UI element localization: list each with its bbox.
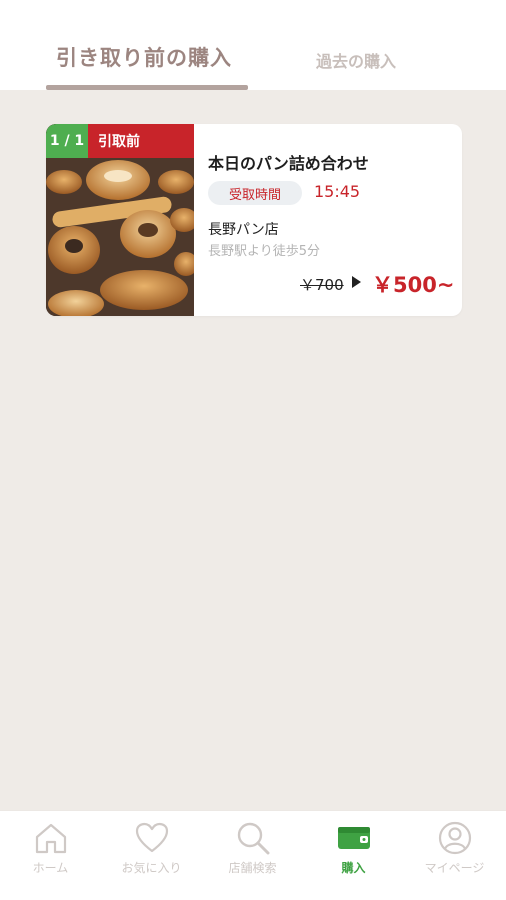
nav-item-purchases[interactable]: 購入 xyxy=(303,811,404,900)
nav-item-mypage[interactable]: マイページ xyxy=(404,811,505,900)
nav-item-favorites[interactable]: お気に入り xyxy=(101,811,202,900)
heart-icon xyxy=(135,822,169,853)
original-price: ￥700 xyxy=(300,276,344,294)
discount-price: ￥500~ xyxy=(372,273,455,297)
order-count-badge: 1 / 1 xyxy=(46,124,88,158)
arrow-right-icon xyxy=(352,276,361,288)
nav-label-favorites: お気に入り xyxy=(121,861,182,875)
tab-past-purchases[interactable]: 過去の購入 xyxy=(316,48,396,72)
active-tab-indicator xyxy=(46,85,248,90)
pickup-label: 受取時間 xyxy=(208,181,302,205)
nav-item-home[interactable]: ホーム xyxy=(0,811,101,900)
status-badge: 引取前 xyxy=(88,124,194,158)
search-icon xyxy=(237,822,270,855)
wallet-icon xyxy=(338,827,370,849)
bottom-nav: ホーム お気に入り 店舗検索 購入 マイページ xyxy=(0,810,506,900)
nav-item-store-search[interactable]: 店舗検索 xyxy=(202,811,303,900)
nav-label-purchases: 購入 xyxy=(341,861,366,875)
home-icon xyxy=(35,823,67,854)
product-title: 本日のパン詰め合わせ xyxy=(208,154,369,173)
nav-label-store-search: 店舗検索 xyxy=(228,861,277,875)
shop-name: 長野パン店 xyxy=(208,222,279,238)
pickup-time: 15:45 xyxy=(314,182,361,201)
user-icon xyxy=(438,821,472,855)
purchase-tabs: 引き取り前の購入 過去の購入 xyxy=(0,0,506,90)
nav-label-home: ホーム xyxy=(32,861,69,875)
order-card[interactable]: 1 / 1 引取前 本日のパン詰め合わせ 受取時間 15:45 長野パン店 長野… xyxy=(46,124,462,316)
nav-label-mypage: マイページ xyxy=(424,861,485,875)
tab-before-pickup[interactable]: 引き取り前の購入 xyxy=(56,42,232,72)
shop-access: 長野駅より徒歩5分 xyxy=(208,244,321,259)
